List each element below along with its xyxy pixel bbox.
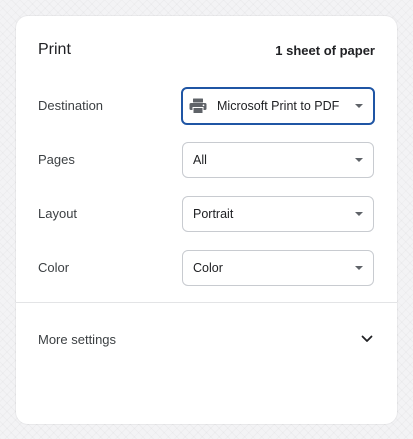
color-value: Color [193, 261, 223, 275]
destination-label: Destination [38, 98, 104, 113]
layout-label: Layout [38, 206, 78, 221]
destination-row: Destination Microsoft Print to PDF [38, 87, 375, 125]
more-settings-label: More settings [38, 331, 117, 347]
dropdown-arrow-icon [355, 212, 363, 216]
color-select[interactable]: Color [182, 250, 374, 286]
dropdown-arrow-icon [355, 104, 363, 108]
chevron-down-icon [359, 331, 375, 347]
section-divider [16, 302, 397, 303]
color-label: Color [38, 260, 70, 275]
layout-select[interactable]: Portrait [182, 196, 374, 232]
pages-select[interactable]: All [182, 142, 374, 178]
layout-value: Portrait [193, 207, 234, 221]
destination-select[interactable]: Microsoft Print to PDF [181, 87, 375, 125]
dropdown-arrow-icon [355, 266, 363, 270]
print-dialog: Print 1 sheet of paper Destination Micro… [16, 16, 397, 424]
pages-row: Pages All [38, 142, 374, 178]
more-settings-toggle[interactable]: More settings [38, 328, 375, 350]
pages-label: Pages [38, 152, 75, 167]
pages-value: All [193, 153, 207, 167]
sheet-count: 1 sheet of paper [275, 42, 375, 58]
dialog-title: Print [38, 41, 71, 58]
destination-value: Microsoft Print to PDF [217, 99, 340, 113]
color-row: Color Color [38, 250, 374, 286]
print-header: Print 1 sheet of paper [38, 40, 375, 60]
layout-row: Layout Portrait [38, 196, 374, 232]
dropdown-arrow-icon [355, 158, 363, 162]
printer-icon [189, 97, 207, 115]
